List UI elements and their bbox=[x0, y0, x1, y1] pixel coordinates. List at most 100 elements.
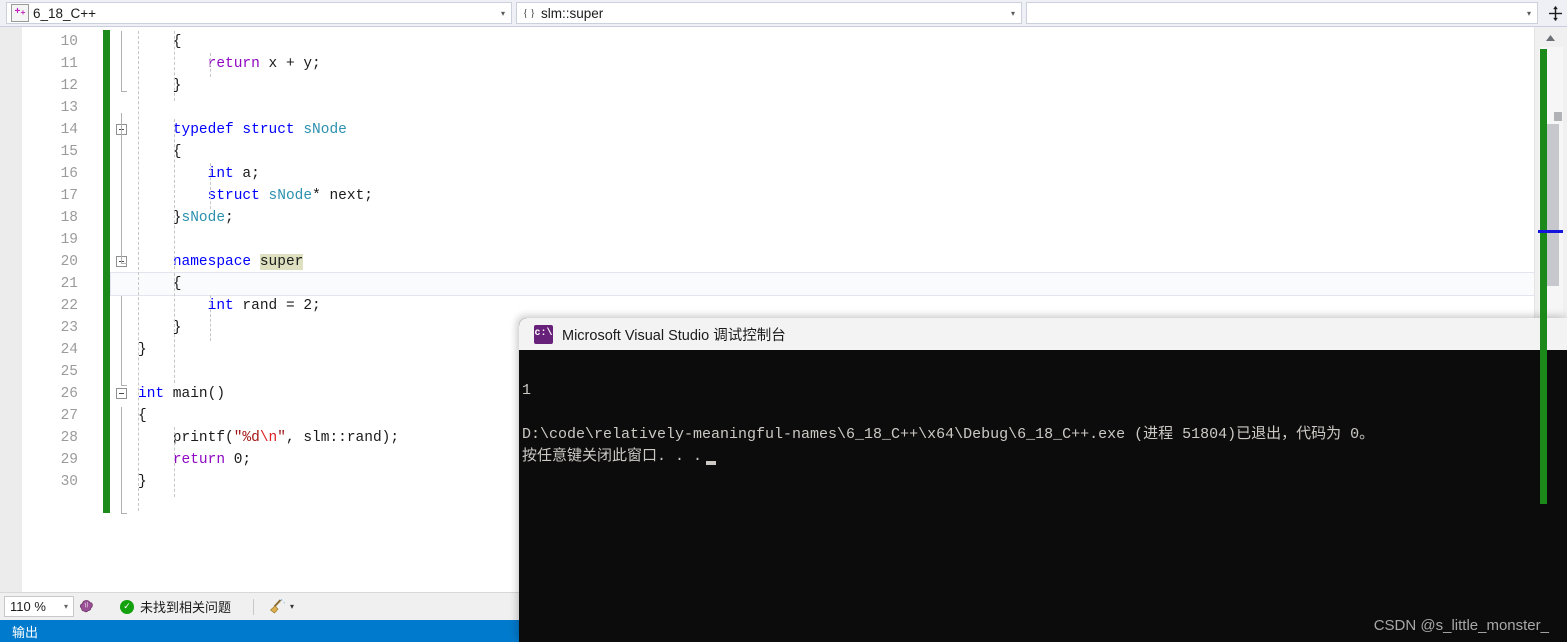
chevron-down-icon[interactable]: ▾ bbox=[495, 9, 511, 18]
code-token: ; bbox=[225, 210, 234, 226]
fold-structure-line bbox=[121, 113, 122, 263]
indent-guide bbox=[210, 163, 211, 209]
namespace-braces-icon: { } bbox=[522, 7, 536, 19]
console-output-area[interactable]: 1 D:\code\relatively-meaningful-names\6_1… bbox=[519, 350, 1567, 642]
code-token: { bbox=[138, 408, 147, 424]
error-check-status[interactable]: ✓ 未找到相关问题 bbox=[120, 597, 231, 616]
selection-margin[interactable] bbox=[0, 27, 22, 592]
chevron-up-icon bbox=[1545, 34, 1555, 41]
chevron-down-icon[interactable]: ▾ bbox=[59, 602, 73, 611]
member-selector-combo[interactable]: ▾ bbox=[1026, 2, 1538, 24]
scrollbar-caret-position-marker bbox=[1538, 230, 1563, 233]
line-number: 12 bbox=[60, 78, 78, 94]
indent-guide bbox=[174, 119, 175, 269]
line-number: 25 bbox=[60, 364, 78, 380]
code-token: \n bbox=[259, 430, 278, 446]
line-number: 18 bbox=[60, 210, 78, 226]
console-window-title: Microsoft Visual Studio 调试控制台 bbox=[562, 327, 786, 344]
indent-guide bbox=[138, 31, 139, 511]
editor-status-bar: 110 % ▾ ✓ 未找到相关问题 ▾ bbox=[0, 592, 520, 620]
code-token: return bbox=[207, 56, 260, 72]
zoom-level-combo[interactable]: 110 % ▾ bbox=[4, 596, 74, 617]
code-token: " bbox=[277, 430, 286, 446]
chevron-down-icon[interactable]: ▾ bbox=[1521, 9, 1537, 18]
fold-structure-end bbox=[121, 513, 127, 514]
code-line[interactable]: }sNode; bbox=[138, 207, 234, 229]
code-line[interactable]: return x + y; bbox=[138, 53, 321, 75]
line-number: 21 bbox=[60, 276, 78, 292]
scroll-up-arrow-icon[interactable] bbox=[1539, 29, 1561, 46]
zoom-level-value: 110 % bbox=[10, 599, 46, 614]
code-token: } bbox=[138, 342, 147, 358]
intellisense-brain-icon[interactable] bbox=[76, 596, 98, 618]
code-line[interactable]: { bbox=[138, 405, 147, 427]
cpp-file-icon: + + bbox=[11, 4, 29, 22]
file-selector-combo[interactable]: + + 6_18_C++ ▾ bbox=[6, 2, 512, 24]
console-cursor bbox=[706, 461, 717, 465]
status-separator bbox=[253, 598, 255, 615]
code-token: struct bbox=[207, 188, 260, 204]
code-token: super bbox=[259, 254, 304, 270]
scrollbar-thumb[interactable] bbox=[1546, 124, 1559, 286]
line-number: 15 bbox=[60, 144, 78, 160]
brain-glyph bbox=[79, 600, 93, 613]
chevron-down-icon[interactable]: ▾ bbox=[290, 602, 294, 611]
indent-guide bbox=[210, 295, 211, 341]
code-line[interactable]: return 0; bbox=[138, 449, 251, 471]
code-line[interactable]: namespace super bbox=[138, 251, 304, 273]
code-token: sNode bbox=[268, 188, 313, 204]
navigation-bar: + + 6_18_C++ ▾ { } slm::super ▾ ▾ bbox=[0, 0, 1567, 27]
line-number: 13 bbox=[60, 100, 78, 116]
code-line[interactable]: int a; bbox=[138, 163, 260, 185]
code-folding-margin[interactable] bbox=[110, 27, 138, 592]
scrollbar-change-bar bbox=[1540, 49, 1547, 504]
code-token: * next; bbox=[312, 188, 373, 204]
line-number: 26 bbox=[60, 386, 78, 402]
line-number: 28 bbox=[60, 430, 78, 446]
code-line[interactable]: int main() bbox=[138, 383, 225, 405]
code-token: typedef struct bbox=[172, 122, 295, 138]
code-token: int bbox=[207, 298, 234, 314]
fold-collapse-icon[interactable] bbox=[116, 388, 127, 399]
change-tracking-bar bbox=[103, 30, 110, 513]
indent-guide bbox=[210, 53, 211, 77]
code-token: int bbox=[207, 166, 234, 182]
code-token: , slm::rand); bbox=[285, 430, 400, 446]
code-line[interactable]: typedef struct sNode bbox=[138, 119, 347, 141]
code-cleanup-control[interactable]: ▾ bbox=[268, 598, 294, 615]
code-line[interactable]: } bbox=[138, 339, 147, 361]
tab-output[interactable]: 输出 bbox=[12, 622, 38, 641]
scope-selector-value: slm::super bbox=[541, 5, 604, 21]
csdn-watermark: CSDN @s_little_monster_ bbox=[1373, 617, 1549, 634]
output-panel-tabstrip[interactable]: 输出 bbox=[0, 620, 520, 642]
line-number: 11 bbox=[60, 56, 78, 72]
cmd-console-icon: c:\ bbox=[534, 324, 553, 344]
code-token: main() bbox=[164, 386, 226, 402]
console-title-bar[interactable]: c:\ Microsoft Visual Studio 调试控制台 bbox=[519, 318, 1567, 350]
code-line[interactable]: int rand = 2; bbox=[138, 295, 321, 317]
line-number: 29 bbox=[60, 452, 78, 468]
console-output-line: D:\code\relatively-meaningful-names\6_18… bbox=[522, 426, 1375, 443]
fold-structure-line bbox=[121, 31, 122, 91]
chevron-down-icon[interactable]: ▾ bbox=[1005, 9, 1021, 18]
debug-console-window[interactable]: c:\ Microsoft Visual Studio 调试控制台 1 D:\co… bbox=[519, 318, 1567, 642]
code-line[interactable]: } bbox=[138, 471, 147, 493]
fold-structure-end bbox=[121, 385, 127, 386]
line-number: 19 bbox=[60, 232, 78, 248]
indent-guide bbox=[174, 427, 175, 497]
code-token: sNode bbox=[181, 210, 226, 226]
split-view-button[interactable] bbox=[1543, 1, 1567, 25]
scrollbar-edit-marker bbox=[1554, 112, 1562, 121]
code-line[interactable]: printf("%d\n", slm::rand); bbox=[138, 427, 399, 449]
split-view-icon bbox=[1548, 5, 1562, 21]
code-token: printf( bbox=[138, 430, 234, 446]
scope-selector-combo[interactable]: { } slm::super ▾ bbox=[516, 2, 1022, 24]
fold-structure-end bbox=[121, 91, 127, 92]
indent-guide bbox=[174, 273, 175, 383]
